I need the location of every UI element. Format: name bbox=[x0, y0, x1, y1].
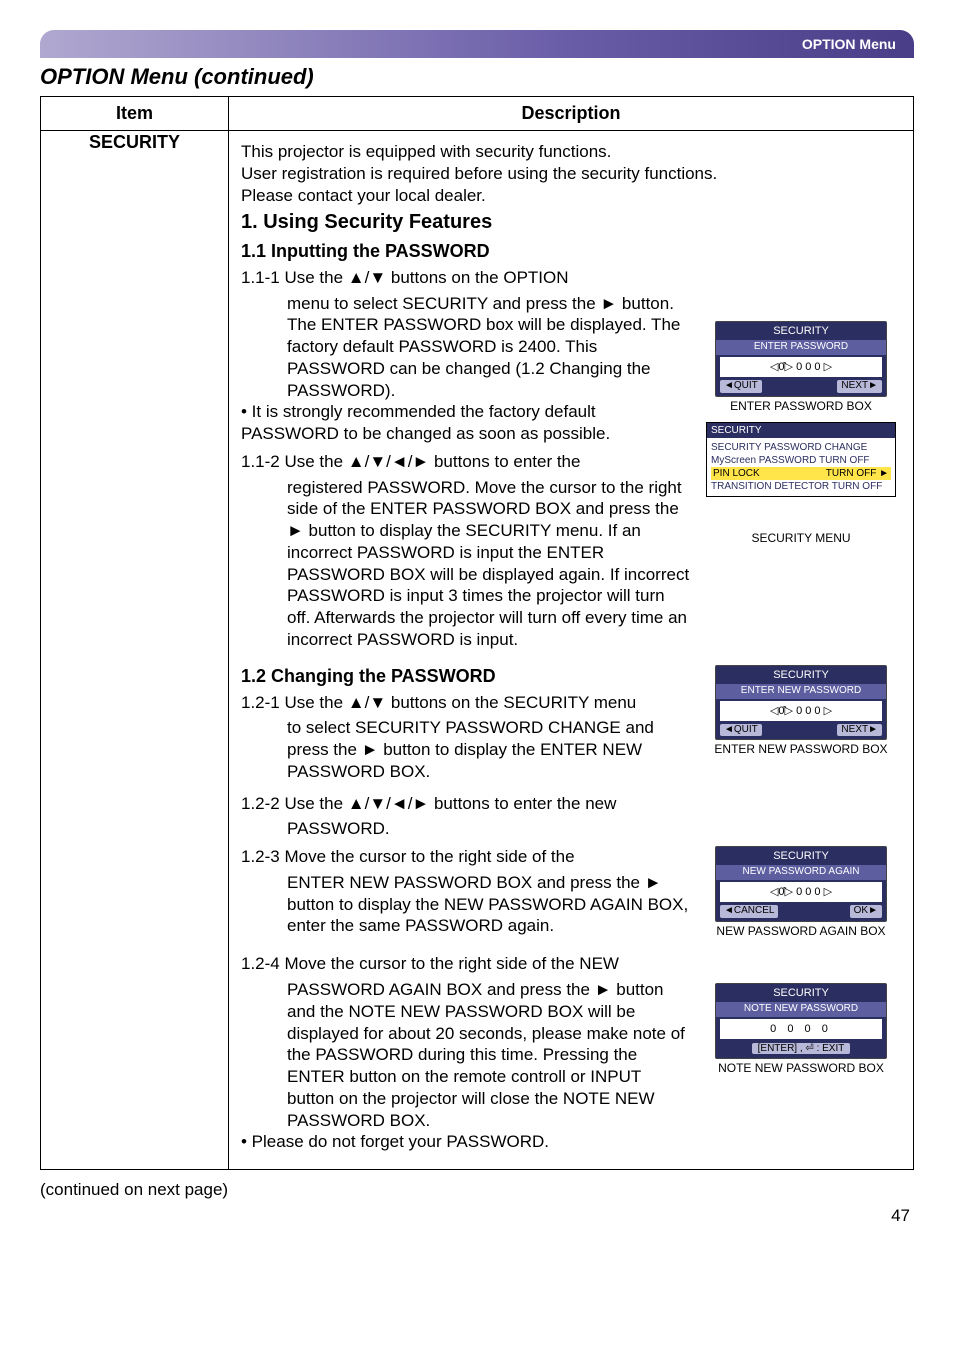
step-121-body: to select SECURITY PASSWORD CHANGE and p… bbox=[287, 717, 691, 782]
osd-enter-new: SECURITY ENTER NEW PASSWORD ◁0̂▷ 0 0 0 ▷… bbox=[715, 665, 887, 741]
step-123-body: ENTER NEW PASSWORD BOX and press the ► b… bbox=[287, 872, 691, 937]
osd-title-3: SECURITY bbox=[716, 847, 886, 865]
caption-note: NOTE NEW PASSWORD BOX bbox=[701, 1061, 901, 1076]
osd-cursor-2: ◁0̂▷ bbox=[770, 705, 793, 717]
osd-enter-exit: [ENTER] , ⏎ : EXIT bbox=[752, 1043, 851, 1054]
osd-subtitle-2: ENTER NEW PASSWORD bbox=[716, 684, 886, 699]
step-123-lead: 1.2-3 Move the cursor to the right side … bbox=[241, 846, 691, 868]
osd-title: SECURITY bbox=[716, 322, 886, 340]
osd-digits-3: 0 0 0 ▷ bbox=[796, 886, 832, 898]
step-111-lead: 1.1-1 Use the ▲/▼ buttons on the OPTION bbox=[241, 267, 691, 289]
osd-subtitle: ENTER PASSWORD bbox=[716, 340, 886, 355]
osd-quit: ◄QUIT bbox=[720, 380, 762, 393]
description-cell: This projector is equipped with security… bbox=[229, 131, 914, 1170]
page-number: 47 bbox=[40, 1206, 914, 1226]
step-124-note: • Please do not forget your PASSWORD. bbox=[241, 1131, 691, 1153]
step-112-lead: 1.1-2 Use the ▲/▼/◄/► buttons to enter t… bbox=[241, 451, 691, 473]
osd-enter-password: SECURITY ENTER PASSWORD ◁0̂▷ 0 0 0 ▷ ◄QU… bbox=[715, 321, 887, 397]
osd-subtitle-3: NEW PASSWORD AGAIN bbox=[716, 865, 886, 880]
col-desc: Description bbox=[229, 97, 914, 131]
osd-title-2: SECURITY bbox=[716, 666, 886, 684]
header-menu-label: OPTION Menu bbox=[802, 36, 896, 52]
osd-subtitle-4: NOTE NEW PASSWORD bbox=[716, 1002, 886, 1017]
caption-again: NEW PASSWORD AGAIN BOX bbox=[701, 924, 901, 939]
intro-text: This projector is equipped with security… bbox=[241, 141, 901, 206]
osd-next: NEXT► bbox=[837, 380, 882, 393]
step-124-lead: 1.2-4 Move the cursor to the right side … bbox=[241, 953, 691, 975]
osd-cursor-3: ◁0̂▷ bbox=[770, 886, 793, 898]
caption-secmenu: SECURITY MENU bbox=[701, 531, 901, 546]
osd-new-again: SECURITY NEW PASSWORD AGAIN ◁0̂▷ 0 0 0 ▷… bbox=[715, 846, 887, 922]
caption-enter-new: ENTER NEW PASSWORD BOX bbox=[701, 742, 901, 757]
osd2-line1: SECURITY PASSWORD CHANGE bbox=[711, 441, 891, 454]
osd2-line4: TRANSITION DETECTOR TURN OFF bbox=[711, 480, 891, 493]
osd-ok: OK► bbox=[850, 905, 882, 918]
description-table: Item Description SECURITY This projector… bbox=[40, 96, 914, 1170]
step-124-body: PASSWORD AGAIN BOX and press the ► butto… bbox=[287, 979, 691, 1131]
osd-digits-2: 0 0 0 ▷ bbox=[796, 705, 832, 717]
osd-next-2: NEXT► bbox=[837, 724, 882, 737]
osd2-line2: MyScreen PASSWORD TURN OFF bbox=[711, 454, 891, 467]
step-121-lead: 1.2-1 Use the ▲/▼ buttons on the SECURIT… bbox=[241, 692, 691, 714]
osd-cancel: ◄CANCEL bbox=[720, 905, 778, 918]
continued-label: (continued on next page) bbox=[40, 1180, 914, 1200]
step-112-body: registered PASSWORD. Move the cursor to … bbox=[287, 477, 691, 651]
caption-enter-pw: ENTER PASSWORD BOX bbox=[701, 399, 901, 414]
osd-digits: 0 0 0 ▷ bbox=[796, 361, 832, 373]
osd-note-new: SECURITY NOTE NEW PASSWORD 0 0 0 0 [ENTE… bbox=[715, 983, 887, 1059]
osd2-line3b: TURN OFF ► bbox=[826, 467, 889, 480]
item-security: SECURITY bbox=[41, 131, 229, 1170]
osd-security-menu: SECURITY SECURITY PASSWORD CHANGE MyScre… bbox=[706, 422, 896, 497]
section-title: OPTION Menu (continued) bbox=[40, 64, 914, 90]
step-122-body: PASSWORD. bbox=[287, 818, 691, 840]
step-122-lead: 1.2-2 Use the ▲/▼/◄/► buttons to enter t… bbox=[241, 793, 691, 815]
step-111-body: menu to select SECURITY and press the ► … bbox=[287, 293, 691, 402]
osd-digits-4: 0 0 0 0 bbox=[720, 1019, 882, 1039]
osd-cursor: ◁0̂▷ bbox=[770, 361, 793, 373]
heading-11: 1.1 Inputting the PASSWORD bbox=[241, 240, 901, 263]
heading-12: 1.2 Changing the PASSWORD bbox=[241, 665, 691, 688]
osd2-line3a: PIN LOCK bbox=[713, 467, 760, 480]
col-item: Item bbox=[41, 97, 229, 131]
osd2-header: SECURITY bbox=[707, 423, 895, 438]
header-bar: OPTION Menu bbox=[40, 30, 914, 58]
step-111-note: • It is strongly recommended the factory… bbox=[241, 401, 691, 445]
osd-quit-2: ◄QUIT bbox=[720, 724, 762, 737]
heading-1: 1. Using Security Features bbox=[241, 210, 901, 236]
osd-title-4: SECURITY bbox=[716, 984, 886, 1002]
